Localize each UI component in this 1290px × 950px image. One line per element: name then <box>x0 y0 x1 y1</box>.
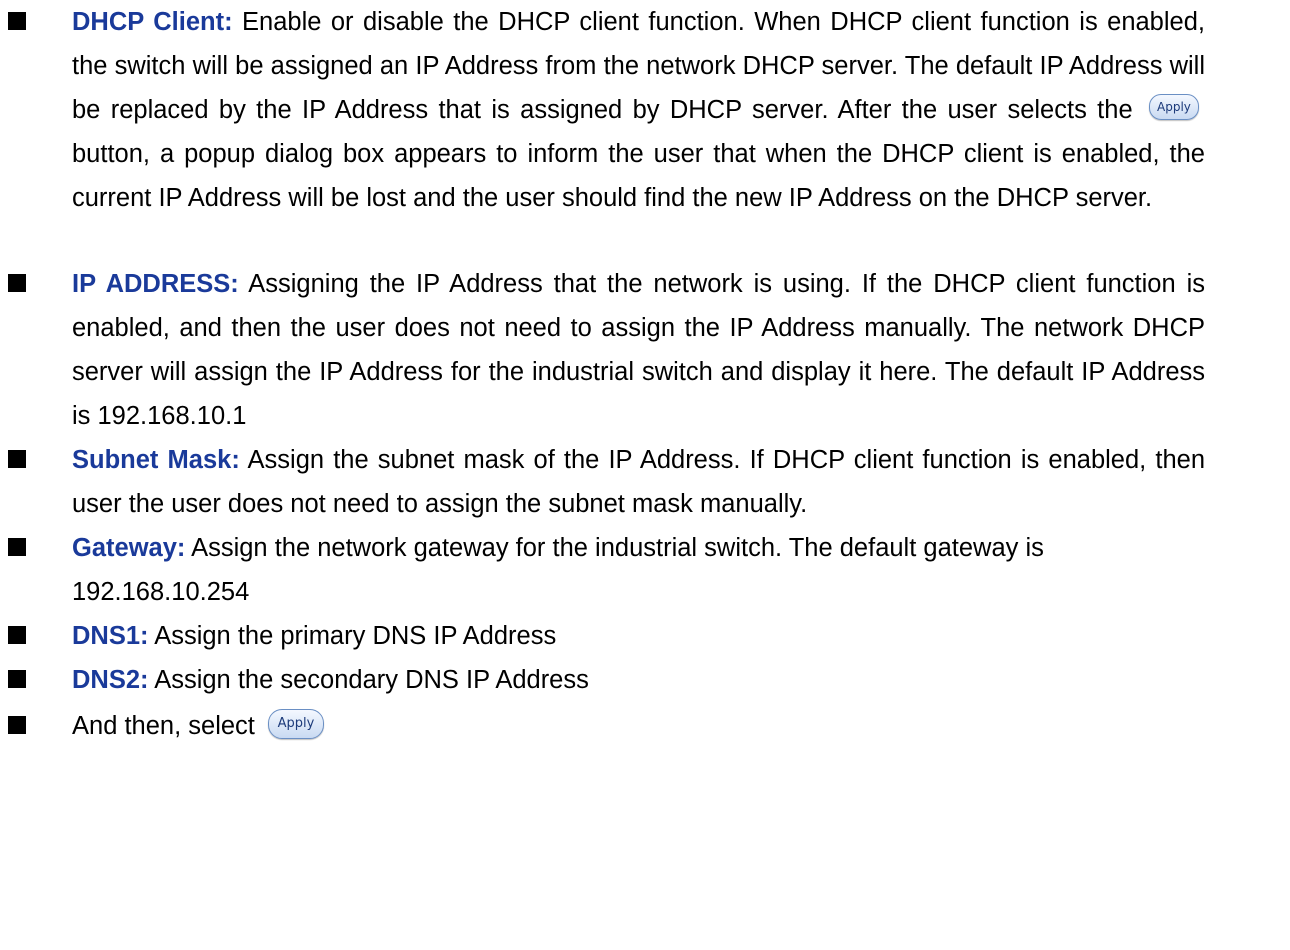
final-step-text: And then, select <box>72 712 255 740</box>
term-dns1: DNS1: <box>72 622 149 650</box>
description-dhcp-client-part2: button, a popup dialog box appears to in… <box>72 140 1205 212</box>
term-dns2: DNS2: <box>72 666 149 694</box>
bullet-icon <box>8 716 26 734</box>
list-item-dhcp-client: DHCP Client: Enable or disable the DHCP … <box>0 0 1205 220</box>
list-item-dns1: DNS1: Assign the primary DNS IP Address <box>0 614 1205 658</box>
description-dns2: Assign the secondary DNS IP Address <box>148 666 589 694</box>
term-gateway: Gateway: <box>72 534 186 562</box>
bullet-icon <box>8 626 26 644</box>
bullet-icon <box>8 538 26 556</box>
description-dhcp-client-part1: Enable or disable the DHCP client functi… <box>72 8 1205 124</box>
list-item-dns2: DNS2: Assign the secondary DNS IP Addres… <box>0 658 1205 702</box>
list-item-final-step: And then, select Apply <box>0 704 1205 748</box>
description-dns1: Assign the primary DNS IP Address <box>148 622 557 650</box>
bullet-icon <box>8 274 26 292</box>
bullet-icon <box>8 12 26 30</box>
list-item-gateway: Gateway: Assign the network gateway for … <box>0 526 1205 614</box>
bullet-icon <box>8 450 26 468</box>
description-subnet-mask: Assign the subnet mask of the IP Address… <box>72 446 1205 518</box>
term-ip-address: IP ADDRESS: <box>72 270 239 298</box>
list-item-ip-address: IP ADDRESS: Assigning the IP Address tha… <box>0 262 1205 438</box>
term-subnet-mask: Subnet Mask: <box>72 446 240 474</box>
description-ip-address: Assigning the IP Address that the networ… <box>72 270 1205 430</box>
apply-button-icon: Apply <box>267 709 324 740</box>
bullet-icon <box>8 670 26 688</box>
description-gateway: Assign the network gateway for the indus… <box>72 534 1044 606</box>
term-dhcp-client: DHCP Client: <box>72 8 233 36</box>
apply-button-icon: Apply <box>1148 94 1199 121</box>
list-item-subnet-mask: Subnet Mask: Assign the subnet mask of t… <box>0 438 1205 526</box>
